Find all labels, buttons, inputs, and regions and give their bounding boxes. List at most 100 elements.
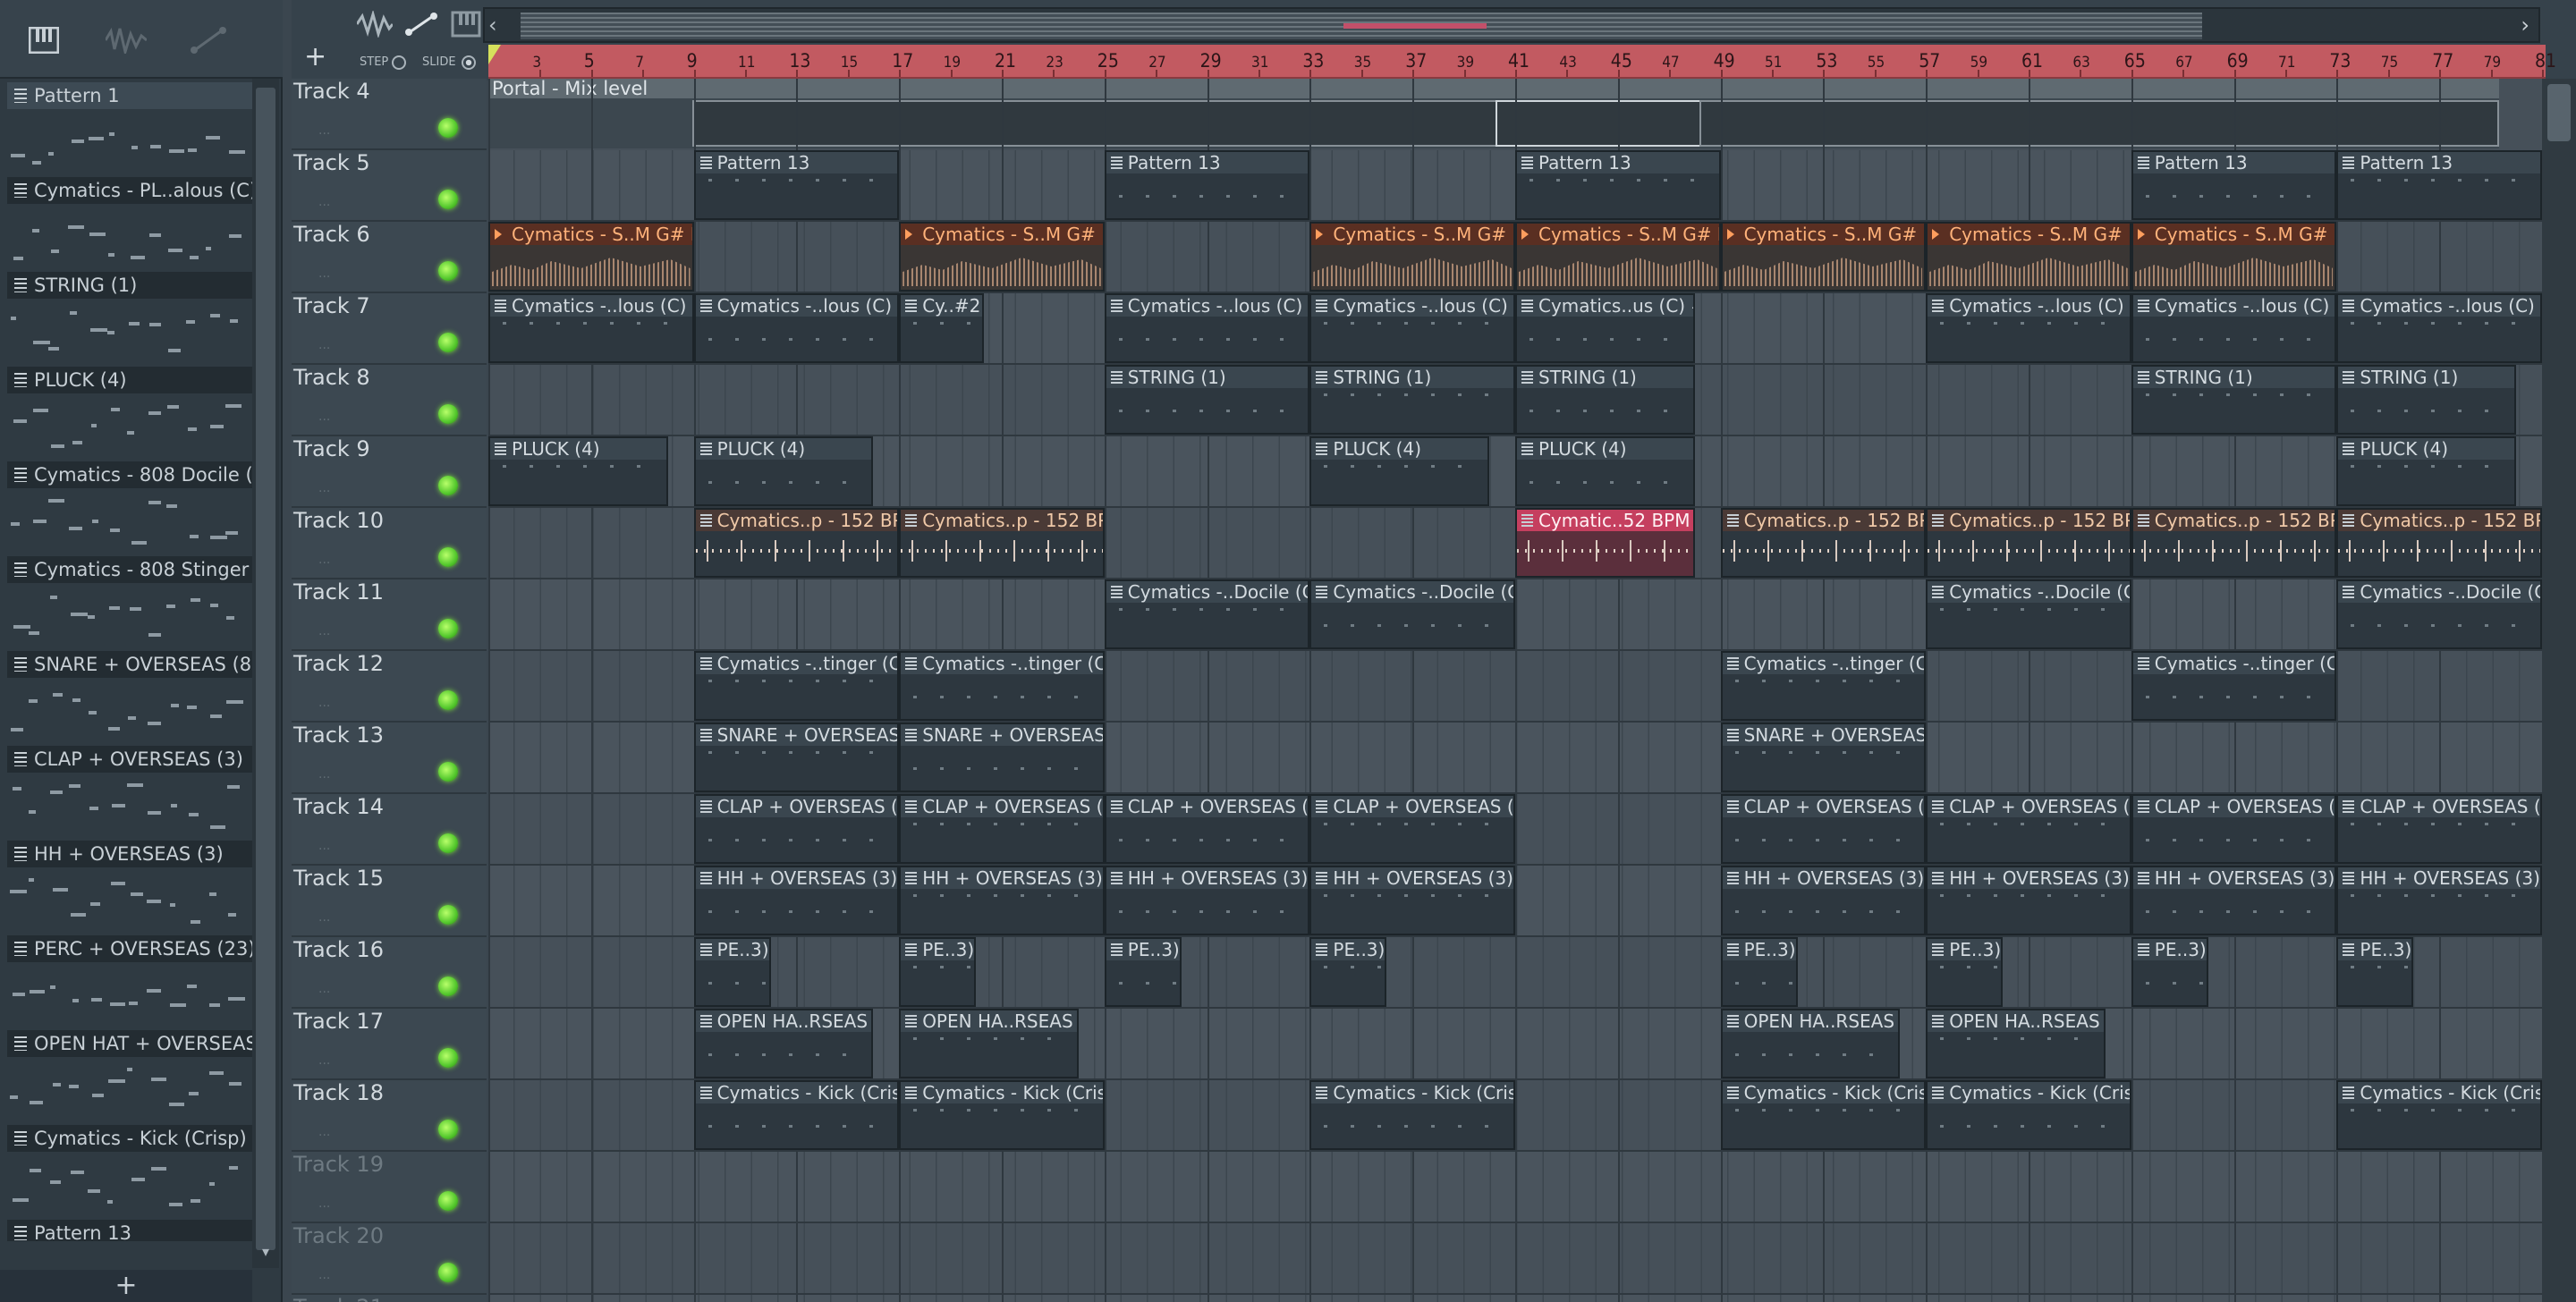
pattern-item[interactable]: Cymatics - 808 Docile (C) [4,458,252,553]
playlist-clip[interactable]: Cymatics - Kick (Crisp) [1926,1080,2131,1150]
playlist-clip[interactable]: Pattern 13 [693,150,900,220]
track-mute-led[interactable] [438,1191,458,1211]
playlist-clip[interactable]: CLAP + OVERSEAS (3) [899,794,1105,864]
playlist-clip[interactable]: OPEN HA..RSEAS (2) [899,1009,1080,1078]
track-mute-led[interactable] [438,118,458,138]
playlist-clip[interactable]: STRING (1) [1104,365,1310,435]
track-header[interactable]: Track 9... [292,436,487,508]
track-mute-led[interactable] [438,1120,458,1139]
draw-tool-icon[interactable] [354,9,395,41]
piano-roll-tool-icon[interactable] [445,11,487,41]
pattern-item[interactable]: Pattern 13 [4,1216,252,1241]
add-pattern-button[interactable]: + [0,1270,252,1302]
playlist-clip[interactable]: Cymatics - Kick (Crisp) [1309,1080,1515,1150]
playlist-clip[interactable]: CLAP + OVERSEAS (3) [2336,794,2542,864]
track-header[interactable]: Track 7... [292,293,487,365]
playlist-clip[interactable]: Cymatics - S..M G# Min [2131,222,2337,292]
track-mute-led[interactable] [438,762,458,782]
track-mute-led[interactable] [438,190,458,209]
playlist-clip[interactable]: Cymatics -..lous (C) #2 [1104,293,1310,363]
vertical-scrollbar[interactable] [2542,79,2576,1302]
track-header[interactable]: Track 5... [292,150,487,222]
playlist-clip[interactable]: Cymatics -..Docile (C) [1104,579,1310,649]
playlist-clip[interactable]: PLUCK (4) [693,436,874,506]
track-mute-led[interactable] [438,1048,458,1068]
playlist-clip[interactable]: Cymatics -..tinger (C) [899,651,1105,721]
playlist-clip[interactable]: SNARE + OVERSEAS (8) [899,723,1105,792]
pattern-item[interactable]: CLAP + OVERSEAS (3) [4,742,252,837]
playlist-clip[interactable]: STRING (1) [1309,365,1515,435]
playlist-clip[interactable]: Pattern 13 [2131,150,2337,220]
playlist-clip[interactable]: OPEN HA..RSEAS (2) [1926,1009,2106,1078]
waveform-icon[interactable] [102,20,150,61]
automation-clip[interactable]: Portal - Mix level [488,79,2499,98]
track-header[interactable]: Track 8... [292,365,487,436]
track-mute-led[interactable] [438,833,458,853]
playlist-clip[interactable]: Cy..#2 [899,293,984,363]
track-header[interactable]: Track 15... [292,866,487,937]
timeline-ruler[interactable]: 3 5 7 9 11 13 15 17 19 21 23 25 27 29 31 33 35 37 39 41 43 45… [488,45,2556,79]
playlist-clip[interactable]: CLAP + OVERSEAS (3) [1309,794,1515,864]
track-header[interactable]: Track 13... [292,723,487,794]
pattern-item[interactable]: Cymatics - 808 Stinger (C) [4,553,252,647]
playlist-clip[interactable]: Cymatics -..tinger (C) [1720,651,1927,721]
playlist-grid[interactable]: Portal - Mix level Pattern 13 Pattern 13 P… [488,79,2542,1302]
track-header[interactable]: Track 4... [292,79,487,150]
playlist-clip[interactable]: PE..3) [1926,937,2004,1007]
pattern-item[interactable]: PLUCK (4) [4,363,252,458]
automation-block[interactable] [1699,100,2499,147]
playlist-clip[interactable]: Pattern 13 [1104,150,1310,220]
playlist-clip[interactable]: PLUCK (4) [1309,436,1490,506]
pattern-item[interactable]: PERC + OVERSEAS (23) [4,932,252,1027]
step-radio[interactable] [392,55,406,70]
playlist-clip[interactable]: CLAP + OVERSEAS (3) [1104,794,1310,864]
automation-block[interactable] [1496,100,1701,147]
playlist-clip[interactable]: Cymatics - S..M G# Min [1926,222,2131,292]
automation-icon[interactable] [184,20,233,61]
track-header[interactable]: Track 6... [292,222,487,293]
scrollbar-thumb[interactable] [256,88,275,1250]
playlist-clip[interactable]: CLAP + OVERSEAS (3) [1926,794,2131,864]
playlist-clip[interactable]: OPEN HA..RSEAS (2) [1720,1009,1901,1078]
playlist-clip[interactable]: Cymatics - Kick (Crisp) [693,1080,900,1150]
scroll-right-icon[interactable]: › [2521,13,2529,38]
playlist-clip[interactable]: HH + OVERSEAS (3) [2131,866,2337,935]
playlist-clip[interactable]: Cymatics -..Docile (C) [1926,579,2131,649]
playlist-clip[interactable]: Cymatics -..tinger (C) [693,651,900,721]
pattern-item[interactable]: STRING (1) [4,268,252,363]
playlist-clip[interactable]: HH + OVERSEAS (3) [899,866,1105,935]
track-mute-led[interactable] [438,404,458,424]
playlist-clip[interactable]: Cymatics..us (C) #2 [1515,293,1695,363]
playlist-clip[interactable]: PE..3) [2131,937,2208,1007]
playlist-clip[interactable]: STRING (1) [2131,365,2337,435]
track-mute-led[interactable] [438,261,458,281]
track-header[interactable]: Track 18... [292,1080,487,1152]
playlist-clip[interactable]: PE..3) [1104,937,1182,1007]
pattern-item[interactable]: Cymatics - PL..alous (C) #2 [4,173,252,268]
playlist-clip[interactable]: PE..3) [899,937,977,1007]
playlist-clip[interactable]: HH + OVERSEAS (3) [693,866,900,935]
playlist-clip[interactable]: PE..3) [1720,937,1798,1007]
slide-radio[interactable] [462,55,476,70]
playlist-clip[interactable]: PLUCK (4) [1515,436,1695,506]
playlist-clip[interactable]: HH + OVERSEAS (3) [1309,866,1515,935]
track-mute-led[interactable] [438,690,458,710]
playlist-clip[interactable]: Cymatics -..Docile (C) [2336,579,2542,649]
playlist-clip[interactable]: Cymatics..p - 152 BPM [2131,508,2337,578]
playlist-clip[interactable]: Cymatics - S..M G# Min [1515,222,1721,292]
playlist-clip[interactable]: PLUCK (4) [2336,436,2517,506]
playlist-clip[interactable]: Cymatics -..Docile (C) [1309,579,1515,649]
pattern-item[interactable]: HH + OVERSEAS (3) [4,837,252,932]
playlist-clip[interactable]: CLAP + OVERSEAS (3) [693,794,900,864]
playhead-marker-icon[interactable] [488,45,501,64]
track-mute-led[interactable] [438,547,458,567]
playlist-clip[interactable]: Cymatics..p - 152 BPM [899,508,1105,578]
playlist-clip[interactable]: HH + OVERSEAS (3) [1926,866,2131,935]
playlist-clip[interactable]: PLUCK (4) [488,436,668,506]
playlist-clip[interactable]: Cymatics - S..M G# Min [488,222,694,292]
playlist-clip[interactable]: PE..3) [2336,937,2414,1007]
scroll-left-icon[interactable]: ‹ [488,13,497,38]
playlist-clip[interactable]: Cymatics -..lous (C) #2 [488,293,694,363]
playlist-clip[interactable]: Cymatics -..lous (C) #2 [693,293,900,363]
track-header[interactable]: Track 19... [292,1152,487,1223]
